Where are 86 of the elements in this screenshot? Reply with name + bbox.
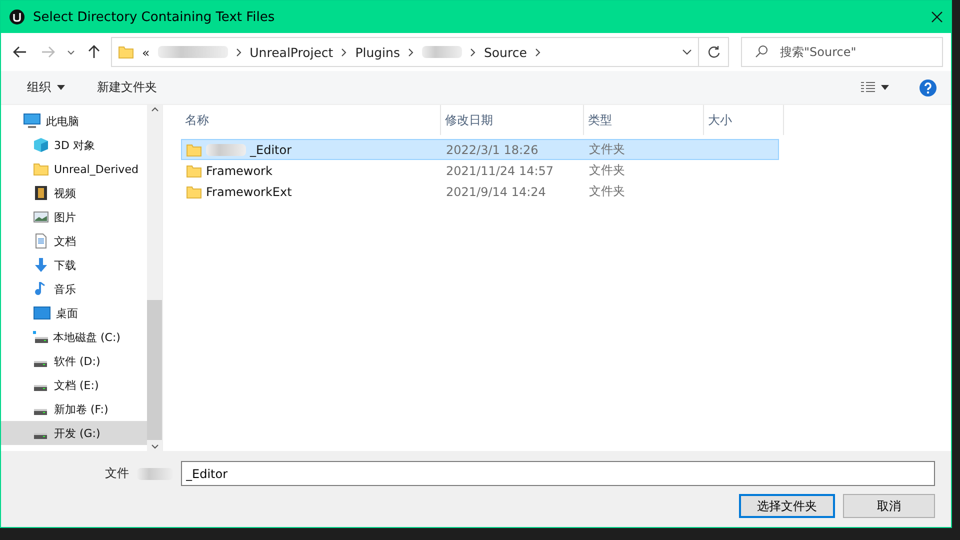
organize-menu[interactable]: 组织 [25,77,67,98]
sidebar-item[interactable]: 文档 (E:) [1,373,147,397]
sidebar-item[interactable]: 此电脑 [1,109,147,133]
select-folder-button[interactable]: 选择文件夹 [739,494,835,518]
sidebar-item[interactable]: 下载 [1,253,147,277]
film-icon [33,185,49,201]
blurred-text [158,46,228,58]
scrollbar[interactable] [147,105,162,451]
refresh-button[interactable] [699,37,729,67]
folder-icon [118,44,134,60]
chevron-right-icon [341,48,348,56]
sidebar-item[interactable]: 文档 [1,229,147,253]
sidebar-item[interactable]: 视频 [1,181,147,205]
cancel-button[interactable]: 取消 [843,494,935,518]
sidebar-item[interactable]: 音乐 [1,277,147,301]
view-options-button[interactable] [859,80,891,95]
sidebar-item[interactable]: 本地磁盘 (C:) [1,325,147,349]
column-header[interactable]: 大小 [704,105,784,135]
file-row[interactable]: _Editor 2022/3/1 18:26 文件夹 [181,139,779,160]
caret-icon [57,85,65,90]
left-arrow-icon [13,46,27,58]
breadcrumb-item[interactable]: « [142,44,150,60]
date-cell-text: 2022/3/1 18:26 [445,142,540,156]
down-arrow-icon [33,257,49,273]
document-icon [33,233,49,249]
sidebar-item[interactable]: 图片 [1,205,147,229]
breadcrumb-item[interactable]: UnrealProject [250,44,334,60]
picture-icon [33,209,49,225]
column-header[interactable]: 类型 [584,105,704,135]
chevron-right-icon [534,48,541,56]
chevron-down-icon [67,50,75,54]
file-row[interactable]: Framework 2021/11/24 14:57 文件夹 [181,160,779,181]
blurred-text [137,468,173,480]
list-view-icon [861,82,875,93]
breadcrumb-item[interactable]: Plugins [355,44,400,60]
close-icon[interactable] [931,11,943,23]
caret-icon [881,85,889,90]
chevron-down-icon[interactable] [150,444,158,449]
blurred-text [422,46,462,58]
up-arrow-icon [88,45,100,59]
search-field[interactable]: 搜索"Source" [741,37,943,67]
right-arrow-icon [41,46,55,58]
chevron-right-icon [470,48,476,56]
chevron-right-icon [408,48,414,56]
sidebar-item[interactable]: Unreal_Derived [1,157,147,181]
sidebar-item[interactable]: 桌面 [1,301,147,325]
chevron-down-icon[interactable] [682,49,692,55]
column-header[interactable]: 修改日期 [441,105,584,135]
refresh-icon [706,45,720,59]
file-name: Framework [206,164,272,178]
type-cell-text: 文件夹 [588,162,626,179]
folder-name-field[interactable]: _Editor [181,461,935,486]
sidebar-item[interactable]: 软件 (D:) [1,349,147,373]
date-cell-text: 2021/9/14 14:24 [445,184,547,198]
folder-icon [33,161,49,177]
folder-icon [186,142,202,158]
chevron-right-icon [236,48,242,56]
type-cell-text: 文件夹 [588,183,626,200]
drive-icon [34,384,47,390]
help-icon[interactable] [919,78,937,96]
search-icon [755,45,768,58]
file-name: FrameworkExt [206,184,292,198]
date-cell-text: 2021/11/24 14:57 [445,164,555,178]
column-header[interactable]: 名称 [181,105,441,135]
sidebar-item[interactable]: 3D 对象 [1,133,147,157]
file-name: _Editor [250,142,292,156]
drive-icon [34,432,47,438]
computer-icon [23,113,41,129]
logo-icon [9,9,25,25]
type-cell-text: 文件夹 [588,141,626,158]
folder-icon [186,184,202,200]
address-bar[interactable]: « UnrealProject Plugins Source [111,37,699,67]
sidebar-item[interactable]: 新加卷 (F:) [1,397,147,421]
desktop-icon [33,305,51,321]
folder-icon [186,162,202,178]
new-folder-button[interactable]: 新建文件夹 [95,77,159,98]
window-title: Select Directory Containing Text Files [33,10,276,24]
breadcrumb-item[interactable]: Source [484,44,527,60]
cube-icon [33,137,49,153]
drive-icon [34,360,47,366]
field-label: 文件 [105,465,129,482]
chevron-up-icon[interactable] [150,107,158,112]
file-row[interactable]: FrameworkExt 2021/9/14 14:24 文件夹 [181,181,779,202]
sidebar-item[interactable]: 开发 (G:) [1,421,147,445]
drive-icon [34,408,47,414]
drive-icon [33,331,48,343]
